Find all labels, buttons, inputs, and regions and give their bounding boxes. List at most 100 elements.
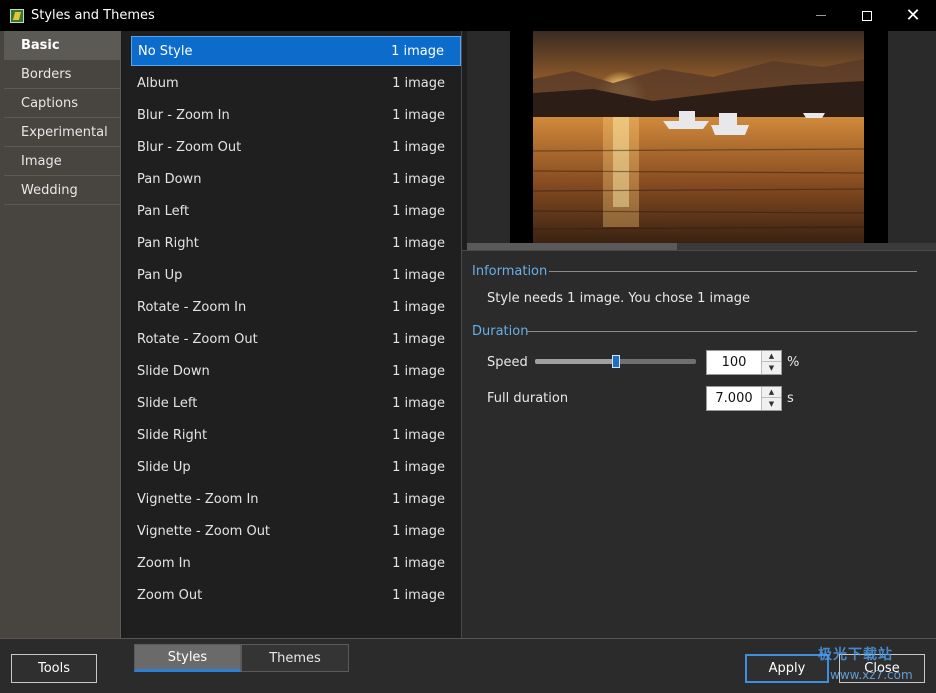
style-list: No Style 1 image Album 1 image Blur - Zoom…: [127, 31, 461, 638]
category-wedding[interactable]: Wedding: [4, 176, 120, 205]
full-duration-stepper[interactable]: 7.000 ▲ ▼: [706, 386, 782, 411]
style-item-pan-up[interactable]: Pan Up 1 image: [131, 260, 461, 290]
speed-slider-fill: [535, 359, 616, 364]
preview-area: [467, 31, 936, 243]
full-duration-unit: s: [787, 391, 794, 406]
category-label: Basic: [21, 37, 60, 53]
style-item-rotate-zoom-out[interactable]: Rotate - Zoom Out 1 image: [131, 324, 461, 354]
style-name: Zoom Out: [137, 587, 203, 603]
title-bar: Styles and Themes ✕: [0, 0, 936, 31]
category-experimental[interactable]: Experimental: [4, 118, 120, 147]
preview-frame: [510, 31, 888, 243]
maximize-icon: [862, 10, 872, 21]
tab-styles[interactable]: Styles: [134, 644, 241, 672]
speed-slider-handle[interactable]: [612, 355, 620, 368]
duration-section-title: Duration: [472, 324, 529, 339]
information-section-title: Information: [472, 264, 548, 279]
style-item-pan-right[interactable]: Pan Right 1 image: [131, 228, 461, 258]
tab-label: Styles: [167, 649, 208, 665]
app-icon: [10, 8, 24, 23]
category-label: Borders: [21, 66, 72, 82]
info-panel: Information Style needs 1 image. You cho…: [462, 250, 936, 638]
style-count: 1 image: [392, 555, 445, 571]
tab-bar: Styles Themes: [134, 644, 349, 672]
category-label: Image: [21, 153, 62, 169]
speed-stepper[interactable]: 100 ▲ ▼: [706, 350, 782, 375]
style-item-blur-zoom-in[interactable]: Blur - Zoom In 1 image: [131, 100, 461, 130]
speed-label: Speed: [487, 355, 528, 370]
style-count: 1 image: [392, 171, 445, 187]
category-sidebar: Basic Borders Captions Experimental Imag…: [0, 31, 121, 638]
style-name: Pan Up: [137, 267, 183, 283]
style-count: 1 image: [392, 427, 445, 443]
category-captions[interactable]: Captions: [4, 89, 120, 118]
category-borders[interactable]: Borders: [4, 60, 120, 89]
full-duration-label: Full duration: [487, 391, 569, 406]
category-label: Wedding: [21, 182, 78, 198]
full-duration-decrement-button[interactable]: ▼: [762, 398, 781, 409]
arrow-up-icon: ▲: [768, 388, 775, 396]
style-item-zoom-in[interactable]: Zoom In 1 image: [131, 548, 461, 578]
style-item-slide-down[interactable]: Slide Down 1 image: [131, 356, 461, 386]
speed-decrement-button[interactable]: ▼: [762, 362, 781, 373]
category-basic[interactable]: Basic: [4, 31, 120, 60]
style-count: 1 image: [392, 139, 445, 155]
full-duration-increment-button[interactable]: ▲: [762, 387, 781, 398]
category-image[interactable]: Image: [4, 147, 120, 176]
style-name: No Style: [138, 43, 193, 59]
style-count: 1 image: [392, 587, 445, 603]
category-label: Captions: [21, 95, 78, 111]
style-item-zoom-out[interactable]: Zoom Out 1 image: [131, 580, 461, 610]
maximize-button[interactable]: [844, 0, 890, 31]
style-item-vignette-zoom-in[interactable]: Vignette - Zoom In 1 image: [131, 484, 461, 514]
tab-themes[interactable]: Themes: [241, 644, 349, 672]
style-count: 1 image: [392, 203, 445, 219]
style-item-no-style[interactable]: No Style 1 image: [131, 36, 461, 66]
style-count: 1 image: [392, 459, 445, 475]
watermark: 极光下载站 www.xz7.com: [790, 640, 936, 690]
style-name: Rotate - Zoom In: [137, 299, 247, 315]
information-text: Style needs 1 image. You chose 1 image: [487, 291, 751, 306]
style-name: Slide Up: [137, 459, 191, 475]
style-name: Slide Right: [137, 427, 208, 443]
style-item-pan-left[interactable]: Pan Left 1 image: [131, 196, 461, 226]
style-count: 1 image: [392, 75, 445, 91]
minimize-icon: [816, 15, 826, 16]
style-item-blur-zoom-out[interactable]: Blur - Zoom Out 1 image: [131, 132, 461, 162]
style-item-rotate-zoom-in[interactable]: Rotate - Zoom In 1 image: [131, 292, 461, 322]
style-name: Pan Left: [137, 203, 190, 219]
style-item-slide-right[interactable]: Slide Right 1 image: [131, 420, 461, 450]
style-item-vignette-zoom-out[interactable]: Vignette - Zoom Out 1 image: [131, 516, 461, 546]
style-name: Zoom In: [137, 555, 191, 571]
style-name: Vignette - Zoom In: [137, 491, 259, 507]
style-count: 1 image: [392, 299, 445, 315]
watermark-url: www.xz7.com: [830, 668, 913, 682]
speed-stepper-buttons: ▲ ▼: [761, 351, 781, 374]
style-item-slide-up[interactable]: Slide Up 1 image: [131, 452, 461, 482]
information-divider: [549, 271, 917, 272]
preview-scrollbar[interactable]: [467, 243, 936, 250]
speed-value[interactable]: 100: [707, 351, 761, 374]
style-name: Slide Left: [137, 395, 198, 411]
style-count: 1 image: [392, 331, 445, 347]
tools-button[interactable]: Tools: [11, 654, 97, 683]
style-count: 1 image: [391, 43, 444, 59]
style-name: Slide Down: [137, 363, 210, 379]
style-item-slide-left[interactable]: Slide Left 1 image: [131, 388, 461, 418]
speed-increment-button[interactable]: ▲: [762, 351, 781, 362]
category-label: Experimental: [21, 124, 108, 140]
style-item-album[interactable]: Album 1 image: [131, 68, 461, 98]
style-count: 1 image: [392, 395, 445, 411]
duration-divider: [527, 331, 917, 332]
preview-scrollbar-thumb[interactable]: [467, 243, 677, 250]
style-count: 1 image: [392, 235, 445, 251]
minimize-button[interactable]: [798, 0, 844, 31]
arrow-down-icon: ▼: [768, 399, 775, 408]
arrow-up-icon: ▲: [768, 352, 775, 360]
style-name: Rotate - Zoom Out: [137, 331, 258, 347]
close-window-button[interactable]: ✕: [890, 0, 936, 31]
style-name: Vignette - Zoom Out: [137, 523, 271, 539]
full-duration-value[interactable]: 7.000: [707, 387, 761, 410]
style-item-pan-down[interactable]: Pan Down 1 image: [131, 164, 461, 194]
style-name: Pan Down: [137, 171, 202, 187]
